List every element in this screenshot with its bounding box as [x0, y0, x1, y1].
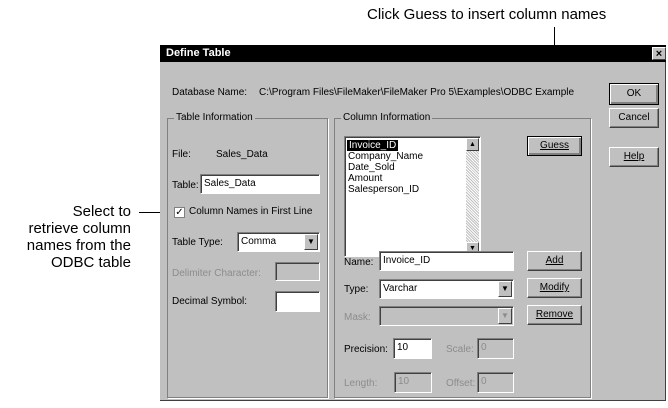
guess-label: Guess	[540, 140, 569, 151]
remove-button[interactable]: Remove	[527, 305, 582, 325]
callout-line-2: retrieve column	[28, 220, 131, 237]
callout-line-3: names from the	[26, 237, 131, 254]
close-button[interactable]: ×	[652, 47, 666, 60]
list-item[interactable]: Salesperson_ID	[348, 184, 419, 195]
table-type-value: Comma	[241, 236, 277, 247]
delimiter-input	[275, 262, 320, 281]
help-button[interactable]: Help	[609, 147, 659, 167]
delimiter-label: Delimiter Character:	[172, 268, 261, 279]
modify-label: Modify	[539, 282, 570, 293]
list-item[interactable]: Date_Sold	[348, 162, 395, 173]
file-label: File:	[172, 149, 191, 160]
chevron-down-icon: ▼	[498, 281, 512, 297]
list-scrollbar[interactable]: ▲ ▼	[466, 138, 479, 255]
offset-label: Offset:	[446, 378, 476, 389]
checkbox-callout-text: Select to retrieve column names from the…	[4, 203, 131, 271]
chevron-down-icon: ▼	[304, 234, 318, 250]
column-names-checkbox[interactable]: ✓	[174, 207, 185, 218]
ok-button[interactable]: OK	[609, 83, 659, 105]
table-type-label: Table Type:	[172, 237, 223, 248]
cancel-label: Cancel	[618, 112, 650, 123]
list-item[interactable]: Company_Name	[348, 151, 423, 162]
help-label: Help	[623, 151, 645, 162]
scale-input: 0	[477, 338, 514, 359]
decimal-symbol-input[interactable]	[275, 291, 320, 312]
list-item[interactable]: Invoice_ID	[347, 140, 399, 151]
decimal-symbol-label: Decimal Symbol:	[172, 296, 248, 307]
offset-input: 0	[477, 372, 514, 393]
callout-line-4: ODBC table	[50, 254, 131, 271]
columns-list[interactable]: Invoice_ID Company_Name Date_Sold Amount…	[344, 136, 481, 257]
close-icon: ×	[655, 48, 663, 60]
table-type-select[interactable]: Comma ▼	[237, 232, 320, 252]
precision-input[interactable]: 10	[393, 338, 432, 359]
type-label: Type:	[344, 284, 369, 295]
scroll-up-icon[interactable]: ▲	[466, 138, 479, 151]
name-input[interactable]: Invoice_ID	[379, 251, 514, 271]
column-information-caption: Column Information	[341, 112, 433, 123]
file-value: Sales_Data	[216, 149, 268, 160]
ok-label: OK	[626, 88, 642, 99]
length-label: Length:	[344, 378, 378, 389]
table-information-group: Table Information	[167, 112, 328, 398]
type-select[interactable]: Varchar ▼	[379, 279, 514, 299]
table-name-input[interactable]: Sales_Data	[200, 174, 320, 194]
callout-line-1: Select to	[72, 203, 131, 220]
scale-label: Scale:	[446, 344, 474, 355]
guess-callout-text: Click Guess to insert column names	[367, 6, 607, 23]
remove-label: Remove	[535, 309, 574, 320]
type-value: Varchar	[383, 283, 418, 294]
list-item[interactable]: Amount	[348, 173, 382, 184]
length-input: 10	[394, 372, 432, 393]
database-name-label: Database Name:	[172, 87, 248, 98]
table-label: Table:	[172, 180, 199, 191]
column-names-label: Column Names in First Line	[189, 206, 313, 217]
mask-select: ▼	[379, 306, 514, 326]
database-path: C:\Program Files\FileMaker\FileMaker Pro…	[259, 87, 575, 98]
guess-button[interactable]: Guess	[527, 136, 582, 156]
mask-label: Mask:	[344, 312, 371, 323]
modify-button[interactable]: Modify	[527, 278, 582, 298]
title-bar: Define Table ×	[160, 45, 666, 62]
precision-label: Precision:	[344, 344, 388, 355]
table-information-caption: Table Information	[174, 112, 255, 123]
name-label: Name:	[344, 257, 374, 268]
define-table-dialog: Define Table × Database Name: C:\Program…	[160, 45, 666, 401]
add-button[interactable]: Add	[527, 251, 582, 271]
dialog-title: Define Table	[166, 47, 231, 59]
add-label: Add	[545, 255, 564, 266]
cancel-button[interactable]: Cancel	[609, 108, 659, 128]
chevron-down-icon: ▼	[498, 308, 512, 324]
